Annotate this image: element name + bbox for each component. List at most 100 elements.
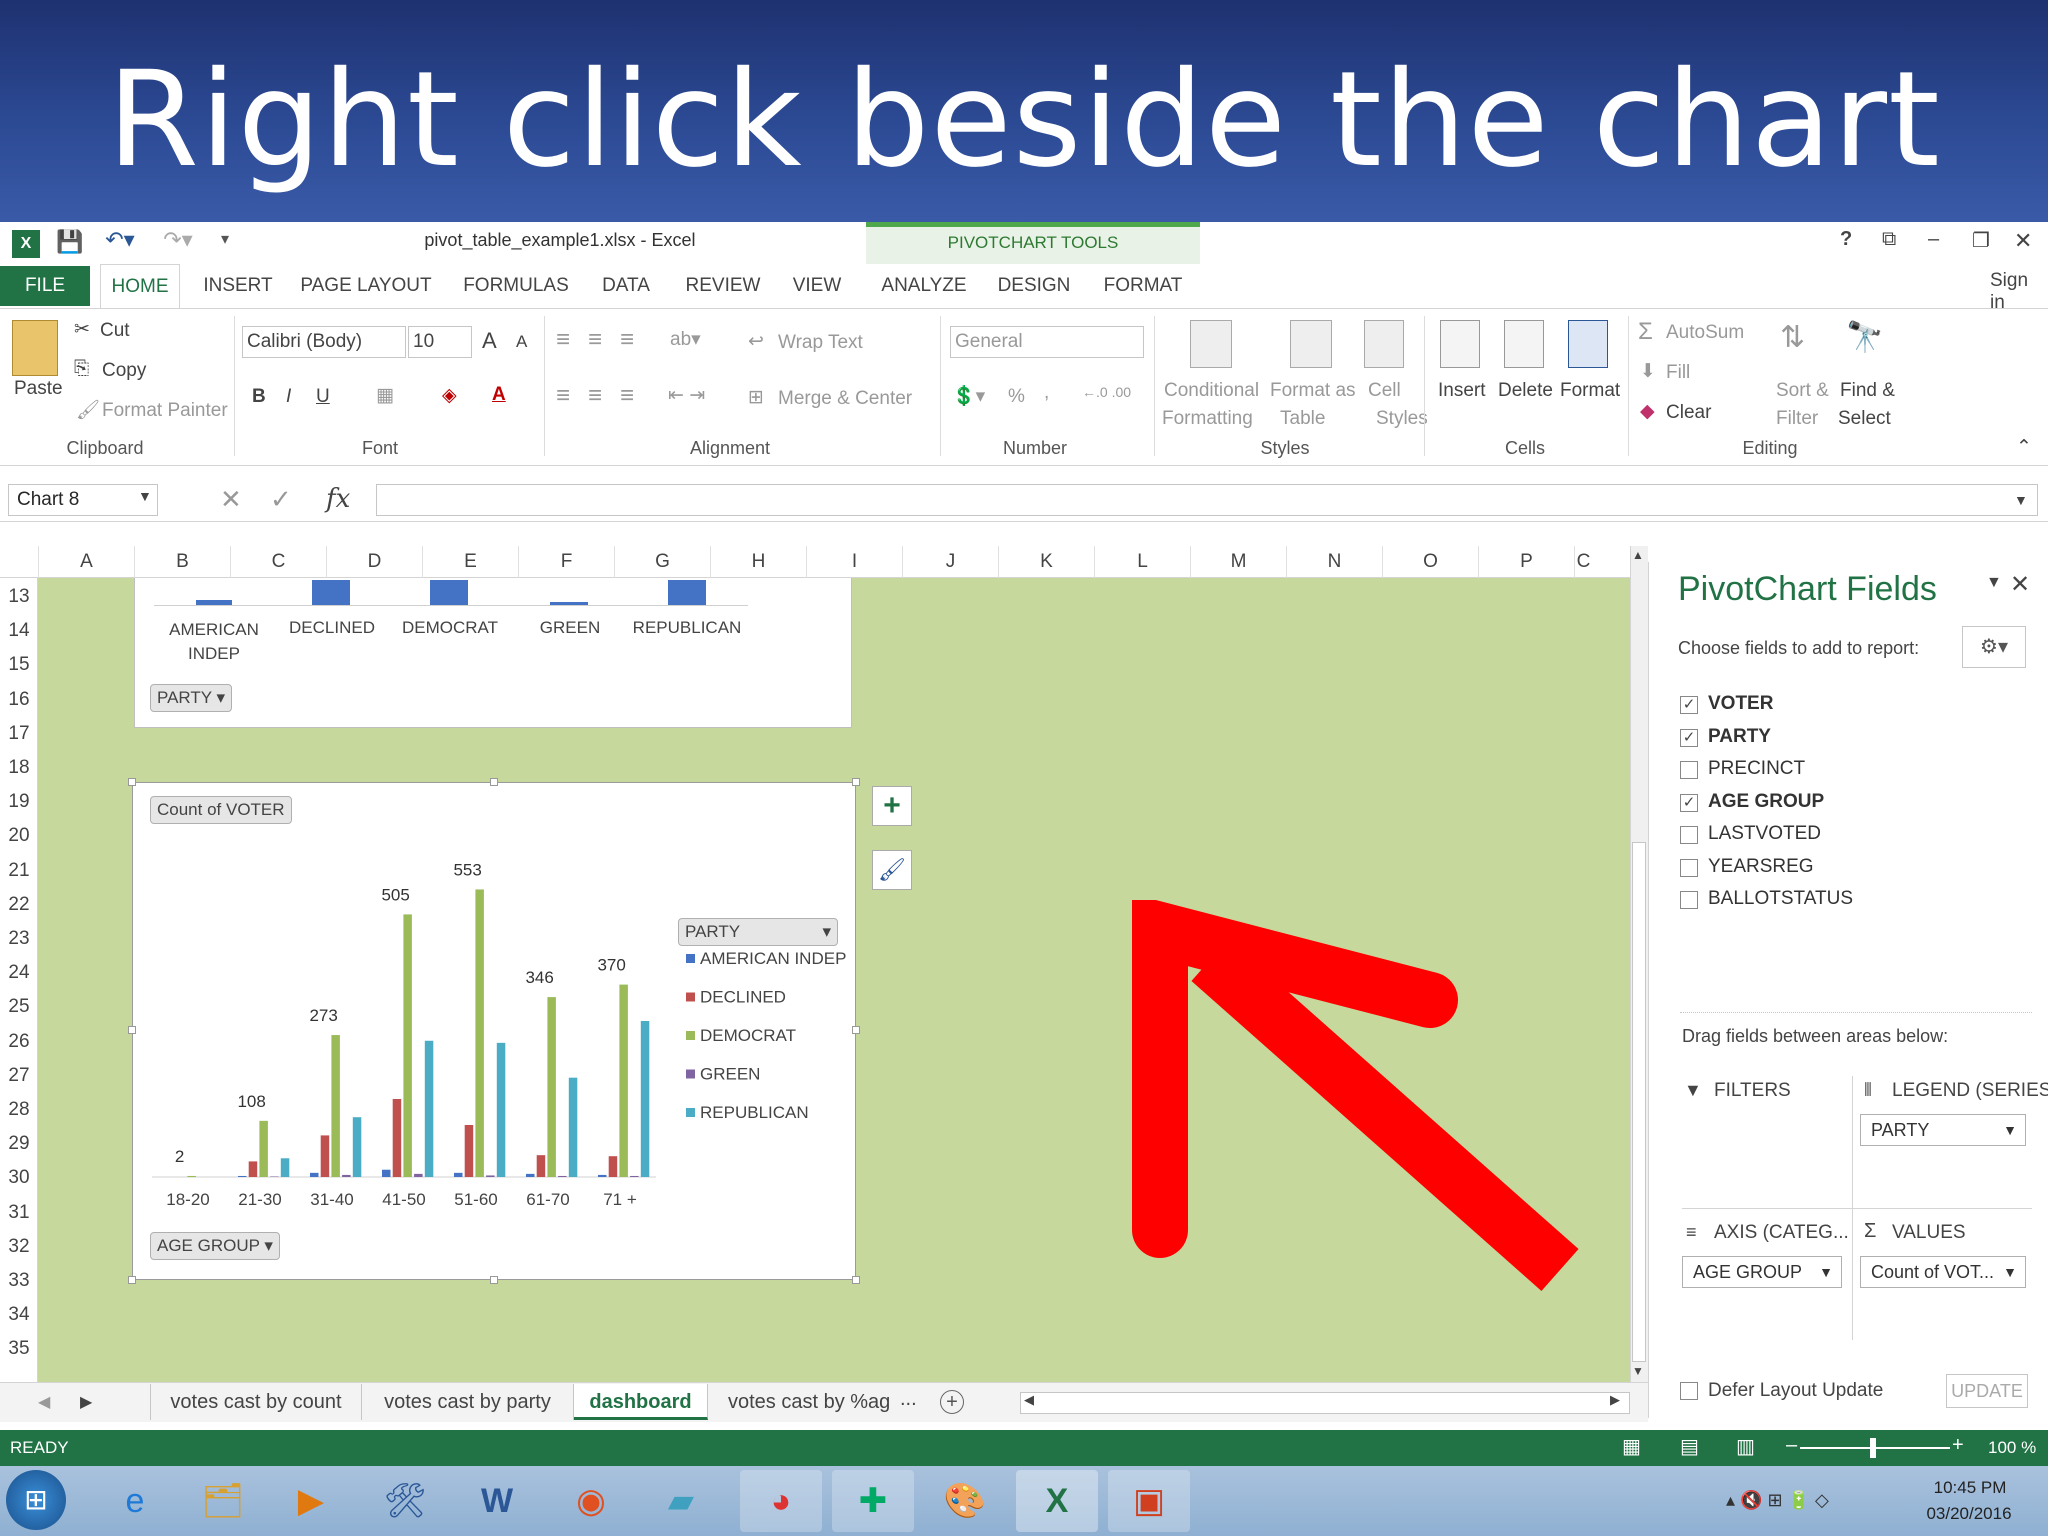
bar[interactable] [496,1042,506,1177]
cut-button[interactable]: Cut [100,320,130,342]
align-left-icon[interactable]: ≡ [556,382,570,410]
decimal-icon[interactable]: ←.0 .00 [1082,384,1131,400]
bar[interactable] [352,1117,362,1177]
word-icon[interactable]: W [456,1470,538,1532]
customize-qat-icon[interactable]: ▾ [214,226,236,254]
field-checkbox[interactable] [1680,761,1698,779]
redo-icon[interactable]: ↷▾ [158,226,198,254]
zoom-level[interactable]: 100 % [1988,1438,2036,1458]
italic-button[interactable]: I [286,386,291,408]
column-header[interactable]: H [710,546,806,578]
insert-cells-icon[interactable] [1440,320,1480,368]
number-format-select[interactable]: General [950,326,1144,358]
normal-view-icon[interactable]: ▦ [1622,1434,1641,1459]
autosum-button[interactable]: AutoSum [1666,322,1744,344]
sort-filter-icon[interactable]: ⇅ [1780,320,1805,355]
row-header[interactable]: 15 [0,648,38,682]
field-label[interactable]: LASTVOTED [1708,823,1821,845]
scroll-right-icon[interactable]: ▶ [1610,1392,1620,1408]
column-header[interactable]: G [614,546,710,578]
format-cells-icon[interactable] [1568,320,1608,368]
values-field-dropdown[interactable]: Count of VOT... ▼ [1860,1256,2026,1288]
app-icon[interactable]: ◉ [550,1470,632,1532]
tab-data[interactable]: DATA [596,264,656,308]
column-header[interactable]: P [1478,546,1574,578]
row-header[interactable]: 24 [0,956,38,990]
restore-icon[interactable]: ❐ [1972,228,1990,253]
find-select-label-2[interactable]: Select [1838,408,1891,430]
notes-icon[interactable]: ▰ [640,1470,722,1532]
start-button-icon[interactable]: ⊞ [6,1470,66,1530]
conditional-formatting-label-1[interactable]: Conditional [1164,380,1259,402]
grow-font-icon[interactable]: A [482,328,497,354]
bar[interactable] [640,1021,650,1177]
row-header[interactable]: 17 [0,717,38,751]
tab-file[interactable]: FILE [0,266,90,306]
field-checkbox[interactable]: ✓ [1680,728,1698,747]
bar[interactable] [270,1176,279,1177]
clock-time[interactable]: 10:45 PM [1920,1478,2020,1498]
cell-styles-label-2[interactable]: Styles [1376,408,1428,430]
insert-function-button[interactable]: fx [326,484,350,514]
internet-explorer-icon[interactable]: e [94,1470,176,1532]
copy-button[interactable]: Copy [102,360,146,382]
zoom-slider-thumb[interactable] [1870,1438,1876,1458]
prev-sheet-icon[interactable]: ◀ [38,1392,50,1412]
field-checkbox[interactable] [1680,858,1698,877]
more-sheets-indicator[interactable]: ... [900,1388,917,1411]
bar[interactable] [342,1174,351,1177]
clock-date[interactable]: 03/20/2016 [1914,1504,2024,1524]
column-header[interactable]: K [998,546,1094,578]
tab-page-layout[interactable]: PAGE LAYOUT [296,264,436,308]
zoom-out-icon[interactable]: – [1786,1434,1797,1457]
column-header[interactable]: C [230,546,326,578]
page-layout-view-icon[interactable]: ▤ [1680,1434,1699,1459]
column-header[interactable]: A [38,546,134,578]
row-header[interactable]: 28 [0,1093,38,1127]
wrap-text-icon[interactable]: ↩ [748,330,764,353]
row-header[interactable]: 23 [0,922,38,956]
font-size-select[interactable]: 10 [408,326,472,358]
field-checkbox[interactable]: ✓ [1680,696,1698,714]
tab-design[interactable]: DESIGN [996,264,1072,308]
defer-layout-checkbox[interactable] [1680,1382,1698,1400]
new-sheet-plus-icon[interactable]: + [940,1390,964,1414]
excel-taskbar-icon[interactable]: X [1016,1470,1098,1532]
orientation-icon[interactable]: ab▾ [670,328,701,351]
row-header[interactable]: 21 [0,854,38,888]
tab-format[interactable]: FORMAT [1098,264,1188,308]
merge-center-button[interactable]: Merge & Center [778,388,912,410]
row-header[interactable]: 14 [0,614,38,648]
merge-icon[interactable]: ⊞ [748,386,764,409]
horizontal-scrollbar[interactable] [1020,1392,1630,1414]
formula-input[interactable] [376,484,2038,516]
field-label[interactable]: PRECINCT [1708,758,1805,780]
bar[interactable] [424,1040,434,1177]
column-header[interactable]: E [422,546,518,578]
field-label[interactable]: AGE GROUP [1708,791,1824,813]
close-icon[interactable]: ✕ [2014,228,2032,254]
align-top-icon[interactable]: ≡ [556,326,570,354]
file-explorer-icon[interactable]: 🗂 [182,1470,264,1532]
column-header[interactable]: M [1190,546,1286,578]
bar[interactable] [454,1172,463,1177]
chart-elements-plus-icon[interactable]: + [872,786,912,826]
bar[interactable] [238,1175,247,1177]
column-header[interactable]: B [134,546,230,578]
pane-options-icon[interactable]: ▼ [1986,574,2002,592]
collapse-ribbon-icon[interactable]: ⌃ [2016,436,2032,459]
bar[interactable] [619,984,628,1177]
scroll-up-icon[interactable]: ▲ [1632,548,1644,562]
bar[interactable] [486,1175,495,1177]
paste-icon[interactable] [12,320,58,376]
name-box[interactable]: Chart 8 [8,484,158,516]
sheet-tab-active[interactable]: dashboard [574,1384,708,1420]
comma-button[interactable]: , [1044,382,1049,404]
format-as-table-icon[interactable] [1290,320,1332,368]
column-header[interactable]: F [518,546,614,578]
row-header[interactable]: 34 [0,1298,38,1332]
pane-close-icon[interactable]: ✕ [2010,570,2030,599]
zoom-in-icon[interactable]: + [1952,1434,1964,1457]
bar[interactable] [248,1161,258,1177]
axis-field-dropdown[interactable]: AGE GROUP ▼ [1682,1256,1842,1288]
